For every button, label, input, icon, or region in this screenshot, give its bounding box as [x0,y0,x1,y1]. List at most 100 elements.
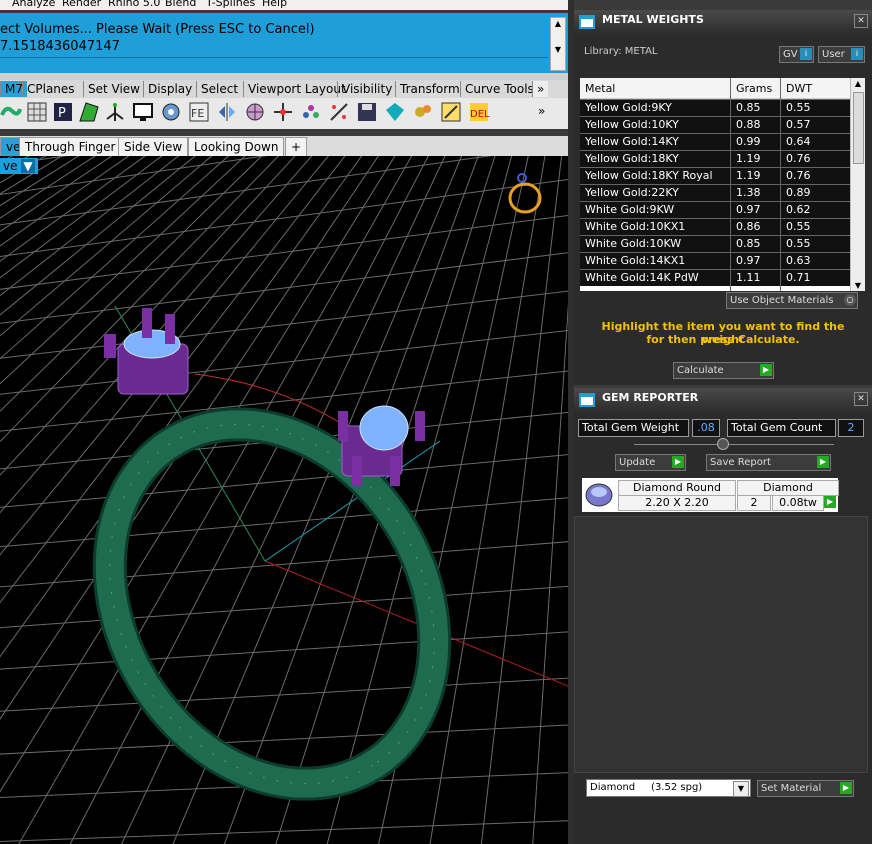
info-icon: i [800,48,812,60]
library-label: Library: METAL [584,46,658,57]
metal-table-scrollbar[interactable]: ▲ ▼ [850,78,865,291]
toolbar-more-button[interactable]: » [538,104,545,118]
chevron-down-icon[interactable]: ▼ [733,781,749,797]
tab-select[interactable]: Select [196,81,242,97]
scroll-down-icon[interactable]: ▼ [851,281,865,290]
scroll-up-icon[interactable]: ▲ [551,18,565,30]
tab-visibility[interactable]: Visibility [337,81,396,97]
scroll-down-icon[interactable]: ▼ [551,44,565,56]
material-select-value: Diamond (3.52 spg) [590,782,703,793]
scrollbar-thumb[interactable] [853,92,864,164]
gem-list-area [574,516,868,773]
use-object-materials-checkbox[interactable]: Use Object Materials ○ [726,292,858,309]
table-row[interactable]: Yellow Gold:10KY 0.88 0.57 [580,116,850,133]
tab-cplanes[interactable]: CPlanes [22,81,79,97]
menu-tsplines[interactable]: T-Splines [206,0,255,9]
table-row[interactable]: White Gold:14K PdW 1.11 0.71 [580,269,850,286]
save-icon[interactable] [356,101,378,123]
table-row[interactable]: White Gold:10KX1 0.86 0.55 [580,218,850,235]
user-toggle[interactable]: User i [818,46,865,63]
menu-analyze[interactable]: Analyze [12,0,55,9]
save-report-button[interactable]: Save Report ▶ [706,454,831,471]
grid-line [480,156,563,844]
tab-side-view[interactable]: Side View [118,137,189,156]
material-select[interactable]: Diamond (3.52 spg) ▼ [586,779,751,797]
table-row[interactable]: Yellow Gold:22KY 1.38 0.89 [580,184,850,201]
array-icon[interactable] [272,101,294,123]
update-button[interactable]: Update ▶ [615,454,686,471]
metal-name: White Gold:14KX1 [585,254,686,267]
tab-transform[interactable]: Transform [395,81,464,97]
gv-toggle[interactable]: GV i [779,46,814,63]
metal-dwt: 0.64 [786,135,811,148]
tab-viewport-layout[interactable]: Viewport Layout [243,81,350,97]
grid-icon[interactable] [26,101,48,123]
command-scrollbar[interactable]: ▲ ▼ [550,17,566,71]
metal-grams: 1.38 [736,186,761,199]
tab-set-view[interactable]: Set View [83,81,144,97]
gem-icon[interactable] [384,101,406,123]
menu-help[interactable]: Help [262,0,287,9]
table-row[interactable]: Yellow Gold:14KY 0.99 0.64 [580,133,850,150]
set-material-label: Set Material [761,783,822,794]
table-row[interactable]: Yellow Gold:18KY 1.19 0.76 [580,150,850,167]
add-viewport-tab-button[interactable]: + [285,137,308,156]
mirror-icon[interactable] [216,101,238,123]
viewport-menu-label: ve [3,159,18,173]
menu-rhino[interactable]: Rhino 5.0 [108,0,160,9]
metal-name: Yellow Gold:18KY [585,152,679,165]
menu-blend[interactable]: Blend [165,0,196,9]
col-metal[interactable]: Metal [585,82,615,95]
table-row[interactable]: White Gold:10KW 0.85 0.55 [580,235,850,252]
tab-through-finger[interactable]: Through Finger [19,137,122,156]
metal-name: Yellow Gold:10KY [585,118,679,131]
splitter-handle-icon[interactable] [717,438,729,450]
gem-material: Diamond [737,480,839,496]
set-material-button[interactable]: Set Material ▶ [757,780,854,797]
grid-line [0,585,568,629]
tabs-more-button[interactable]: » [532,81,549,97]
tab-looking-down[interactable]: Looking Down [188,137,285,156]
command-input-area[interactable] [0,73,568,80]
metal-grams: 0.88 [736,118,761,131]
play-icon: ▶ [840,782,852,794]
grid-line [0,156,268,196]
surface-icon[interactable] [78,101,100,123]
col-grams[interactable]: Grams [736,82,772,95]
scroll-up-icon[interactable]: ▲ [851,79,865,88]
menu-render[interactable]: Render [62,0,101,9]
calculate-button[interactable]: Calculate ▶ [673,362,774,379]
gem-list-item[interactable]: Diamond Round 2.20 X 2.20 Diamond 2 0.08… [582,478,839,512]
points-icon[interactable] [300,101,322,123]
metal-dwt: 0.76 [786,169,811,182]
table-row[interactable]: Yellow Gold:9KY 0.85 0.55 [580,99,850,116]
split-icon[interactable] [328,101,350,123]
panel-icon [579,393,595,407]
tab-curve-tools[interactable]: Curve Tools [460,81,538,97]
tools-icon[interactable] [440,101,462,123]
table-row[interactable]: Yellow Gold:18KY Royal 1.19 0.76 [580,167,850,184]
chevron-down-icon[interactable]: ▼ [21,159,35,173]
close-icon[interactable]: ✕ [854,392,868,406]
sphere-icon[interactable] [244,101,266,123]
table-row[interactable]: White Gold:9KW 0.97 0.62 [580,201,850,218]
close-icon[interactable]: ✕ [854,14,868,28]
metal-dwt: 0.55 [786,101,811,114]
metal-grams: 1.19 [736,152,761,165]
fe-icon[interactable]: FE [188,101,210,123]
tab-display[interactable]: Display [143,81,196,97]
table-row[interactable]: White Gold:14KX1 0.97 0.63 [580,252,850,269]
monitor-icon[interactable] [132,101,154,123]
render-settings-icon[interactable] [160,101,182,123]
viewport[interactable]: ve ▼ [0,156,568,844]
snake-icon[interactable] [0,101,22,123]
gears-icon[interactable] [412,101,434,123]
axis-icon[interactable] [104,101,126,123]
update-label: Update [619,457,656,468]
delete-icon[interactable]: DEL [468,101,490,123]
plugin-icon[interactable]: P [52,101,74,123]
col-dwt[interactable]: DWT [786,82,812,95]
viewport-menu[interactable]: ve ▼ [0,158,38,174]
play-icon[interactable]: ▶ [824,496,836,508]
toolbar: P FE DEL » [0,98,568,129]
